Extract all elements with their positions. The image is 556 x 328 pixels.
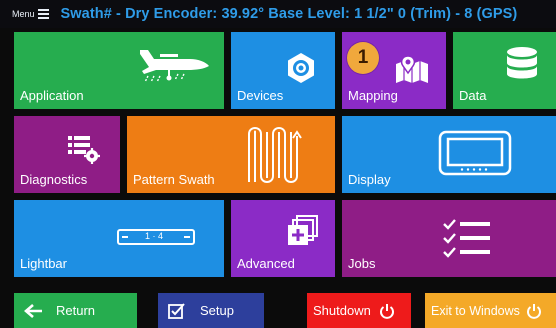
exit-label: Exit to Windows <box>431 303 520 318</box>
tile-display-label: Display <box>348 172 391 187</box>
tile-diagnostics[interactable]: Diagnostics <box>14 116 120 193</box>
monitor-icon <box>438 130 512 176</box>
menu-button[interactable]: Menu <box>0 9 49 19</box>
tile-diagnostics-label: Diagnostics <box>20 172 88 187</box>
tile-data[interactable]: Data <box>453 32 556 109</box>
tile-application[interactable]: Application <box>14 32 224 109</box>
tile-lightbar[interactable]: 1 · 4 Lightbar <box>14 200 224 277</box>
crop-duster-plane-icon <box>140 50 209 83</box>
top-status-bar: Menu Swath# - Dry Encoder: 39.92° Base L… <box>0 0 556 28</box>
tile-data-label: Data <box>459 88 487 103</box>
return-label: Return <box>56 303 96 318</box>
arrow-left-icon <box>24 303 42 318</box>
status-title: Swath# - Dry Encoder: 39.92° Base Level:… <box>60 6 518 22</box>
database-icon <box>507 47 537 79</box>
tile-pattern-swath-label: Pattern Swath <box>133 172 215 187</box>
setup-label: Setup <box>200 303 234 318</box>
return-button[interactable]: Return <box>14 293 137 328</box>
tile-lightbar-label: Lightbar <box>20 256 67 271</box>
power-icon <box>526 303 541 319</box>
tile-application-label: Application <box>20 88 84 103</box>
map-pin-icon <box>396 55 428 83</box>
checkbox-icon <box>168 302 185 319</box>
tile-display[interactable]: Display <box>342 116 556 193</box>
tile-jobs-label: Jobs <box>348 256 376 271</box>
setup-button[interactable]: Setup <box>158 293 264 328</box>
lightbar-icon-text: 1 · 4 <box>145 231 164 241</box>
exit-to-windows-button[interactable]: Exit to Windows <box>425 293 556 328</box>
tile-advanced-label: Advanced <box>237 256 295 271</box>
stacked-add-icon <box>288 215 318 245</box>
checklist-icon <box>443 219 490 258</box>
gear-hexagon-icon <box>288 53 314 83</box>
power-icon <box>379 303 394 319</box>
tile-mapping-label: Mapping <box>348 88 398 103</box>
list-settings-icon <box>68 136 100 164</box>
hamburger-icon <box>37 9 49 19</box>
tile-advanced[interactable]: Advanced <box>231 200 335 277</box>
swath-pattern-icon <box>248 127 302 183</box>
tile-jobs[interactable]: Jobs <box>342 200 556 277</box>
shutdown-label: Shutdown <box>313 303 371 318</box>
tile-devices-label: Devices <box>237 88 284 103</box>
tile-devices[interactable]: Devices <box>231 32 335 109</box>
annotation-badge: 1 <box>347 42 379 74</box>
tile-pattern-swath[interactable]: Pattern Swath <box>127 116 335 193</box>
shutdown-button[interactable]: Shutdown <box>307 293 411 328</box>
menu-label: Menu <box>12 9 35 19</box>
